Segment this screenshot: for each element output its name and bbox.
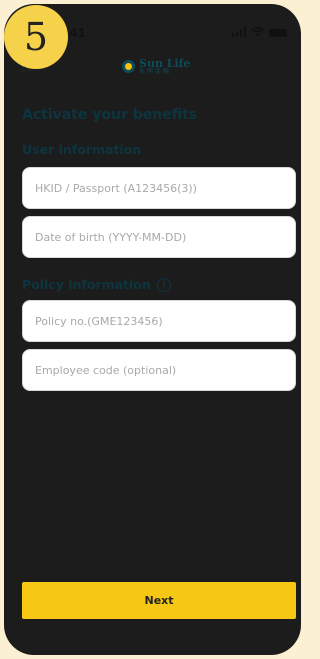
arrow-left-icon[interactable]: ← <box>20 60 35 81</box>
policy-info-heading: Policy information i <box>22 277 171 292</box>
date-of-birth-input[interactable] <box>22 216 296 258</box>
hkid-passport-input[interactable] <box>22 167 296 209</box>
employee-code-input[interactable] <box>22 349 296 391</box>
wifi-icon <box>251 27 264 37</box>
sun-life-logo: Sun Life 永明金融 <box>122 58 190 75</box>
info-circle-icon[interactable]: i <box>156 277 171 292</box>
policy-info-title: Policy information <box>22 277 151 292</box>
next-button[interactable]: Next <box>22 582 296 619</box>
user-info-title: User information <box>22 142 142 157</box>
logo-text-zh: 永明金融 <box>139 68 172 75</box>
battery-icon <box>269 29 287 37</box>
status-icons <box>231 27 287 37</box>
step-badge: 5 <box>4 5 68 69</box>
sun-logo-icon <box>122 60 135 73</box>
page-title: Activate your benefits <box>22 107 198 123</box>
user-info-heading: User information <box>22 142 141 157</box>
policy-number-input[interactable] <box>22 300 296 342</box>
signal-icon <box>231 27 246 37</box>
